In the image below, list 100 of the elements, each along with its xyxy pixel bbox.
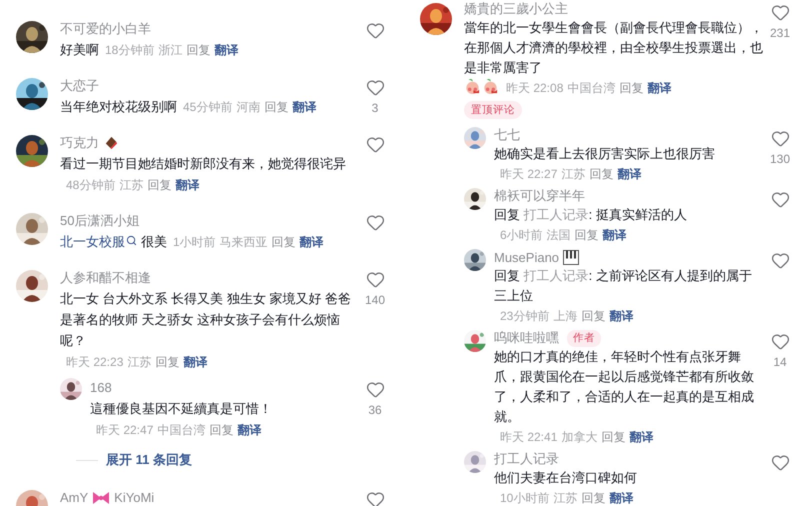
comment-time: 18分钟前: [105, 43, 154, 57]
like-icon[interactable]: [770, 453, 790, 472]
comment-text: 很美: [141, 233, 167, 251]
comment-text: 好美啊: [60, 41, 99, 59]
reply-link[interactable]: 回复: [619, 81, 644, 95]
like-icon[interactable]: [366, 380, 384, 399]
comment-text: 她确实是看上去很厉害实际上也很厉害: [494, 145, 715, 163]
comment-location: 法国: [546, 228, 571, 242]
user-name[interactable]: 168: [90, 380, 112, 395]
comment-location: 加拿大: [561, 430, 598, 444]
like-count: 36: [368, 402, 382, 418]
translate-link[interactable]: 翻译: [609, 309, 634, 323]
author-badge: 作者: [567, 330, 601, 346]
translate-link[interactable]: 翻译: [292, 100, 316, 114]
like-icon[interactable]: [770, 332, 790, 351]
comment-location: 上海: [553, 309, 578, 323]
comment-location: 马来西亚: [220, 235, 268, 249]
translate-link[interactable]: 翻译: [629, 430, 654, 444]
comment-text: 看过一期节目她结婚时新郎没有来，她觉得很诧异: [60, 155, 346, 173]
translate-link[interactable]: 翻译: [609, 491, 634, 505]
comment-text: 她的口才真的绝佳，年轻时个性有点张牙舞爪，跟黄国伦在一起以后感觉锋芒都有所收敛了，人柔和了，合适的人在一起真的是互相成就。: [494, 348, 755, 426]
comment-time: 45分钟前: [183, 100, 232, 114]
translate-link[interactable]: 翻译: [647, 81, 672, 95]
like-icon[interactable]: [366, 21, 384, 40]
comment-text: 回复 打工人记录: 之前评论区有人提到的属于三上位: [494, 267, 753, 305]
user-name[interactable]: 50后潇洒小姐: [60, 212, 140, 230]
reply-link[interactable]: 回复: [155, 355, 180, 369]
comment-time: 48分钟前: [66, 178, 116, 192]
mentioned-user[interactable]: 打工人记录: [524, 207, 589, 222]
comment-location: 江苏: [119, 178, 144, 192]
translate-link[interactable]: 翻译: [602, 228, 627, 242]
like-count: 14: [773, 354, 787, 370]
user-name[interactable]: 巧克力: [60, 134, 99, 152]
like-icon[interactable]: [770, 190, 790, 209]
like-icon[interactable]: [366, 78, 384, 97]
like-icon[interactable]: [366, 213, 384, 232]
translate-link[interactable]: 翻译: [617, 167, 642, 181]
user-name[interactable]: AmY: [60, 490, 88, 505]
comment-time: 昨天 22:08: [506, 81, 564, 95]
reply-link[interactable]: 回复: [589, 167, 614, 181]
translate-link[interactable]: 翻译: [214, 43, 238, 57]
translate-link[interactable]: 翻译: [175, 178, 200, 192]
comment-text: 這種優良基因不延續真是可惜！: [90, 400, 272, 418]
comment-time: 6小时前: [500, 228, 543, 242]
user-name[interactable]: 嬌貴的三歲小公主: [464, 0, 568, 18]
like-count: 3: [372, 100, 378, 116]
pinned-tag: 置顶评论: [464, 101, 522, 119]
comment-location: 中国台湾: [157, 423, 206, 437]
comment-text: 北一女 台大外文系 长得又美 独生女 家境又好 爸爸是著名的牧师 天之骄女 这种女孩子会有什么烦恼呢？: [60, 290, 352, 350]
comment-location: 河南: [236, 100, 260, 114]
like-icon[interactable]: [770, 3, 790, 22]
translate-link[interactable]: 翻译: [300, 235, 324, 249]
comment-text: 当年绝对校花级别啊: [60, 98, 177, 116]
user-name[interactable]: 呜咪哇啦嘿: [494, 329, 559, 347]
reply-link[interactable]: 回复: [601, 430, 626, 444]
user-name[interactable]: 大恋子: [60, 76, 99, 94]
reply-link[interactable]: 回复: [581, 309, 606, 323]
search-icon[interactable]: [126, 235, 137, 246]
comment-location: 江苏: [553, 491, 578, 505]
user-name[interactable]: 棉袄可以穿半年: [494, 187, 585, 205]
reply-link[interactable]: 回复: [264, 100, 288, 114]
like-icon[interactable]: [366, 490, 384, 506]
reply-link[interactable]: 回复: [147, 178, 172, 192]
reply-link[interactable]: 回复: [581, 491, 606, 505]
user-name[interactable]: 打工人记录: [494, 450, 559, 468]
comment-time: 昨天 22:41: [500, 430, 558, 444]
comment-text: 當年的北一女學生會會長（副會長代理會長職位），在那個人才濟濟的學校裡，由全校學生投票選出，也是非常厲害了: [464, 19, 764, 77]
comment-time: 1小时前: [173, 235, 216, 249]
mentioned-user[interactable]: 打工人记录: [524, 268, 589, 283]
like-icon[interactable]: [770, 129, 790, 148]
user-name[interactable]: 七七: [494, 126, 520, 144]
search-link[interactable]: 北一女校服: [60, 234, 125, 249]
comment-time: 昨天 22:47: [96, 423, 154, 437]
reply-link[interactable]: 回复: [574, 228, 599, 242]
comment-time: 昨天 22:27: [500, 167, 558, 181]
translate-link[interactable]: 翻译: [237, 423, 262, 437]
like-count: 231: [770, 25, 790, 41]
comment-time: 昨天 22:23: [66, 355, 124, 369]
reply-link[interactable]: 回复: [209, 423, 234, 437]
comment-location: 浙江: [158, 43, 182, 57]
translate-link[interactable]: 翻译: [183, 355, 208, 369]
like-icon[interactable]: [366, 270, 384, 289]
like-icon[interactable]: [366, 135, 384, 154]
comment-time: 10小时前: [500, 491, 550, 505]
user-name[interactable]: 人参和醋不相逢: [60, 268, 151, 286]
reply-link[interactable]: 回复: [272, 235, 296, 249]
comment-text: 回复 打工人记录: 挺真实鲜活的人: [494, 206, 687, 224]
like-count: 140: [364, 292, 386, 308]
like-icon[interactable]: [770, 251, 790, 270]
comment-location: 江苏: [561, 167, 586, 181]
like-count: 130: [770, 151, 790, 167]
user-name[interactable]: 不可爱的小白羊: [60, 20, 151, 38]
expand-replies-button[interactable]: 展开 11 条回复: [106, 451, 192, 469]
user-name[interactable]: KiYoMi: [114, 490, 154, 505]
comment-time: 23分钟前: [500, 309, 550, 323]
user-name[interactable]: MusePiano: [494, 250, 560, 264]
comment-location: 江苏: [127, 355, 152, 369]
comment-location: 中国台湾: [567, 81, 616, 95]
comment-text: 他们夫妻在台湾口碑如何: [494, 469, 637, 487]
reply-link[interactable]: 回复: [186, 43, 210, 57]
